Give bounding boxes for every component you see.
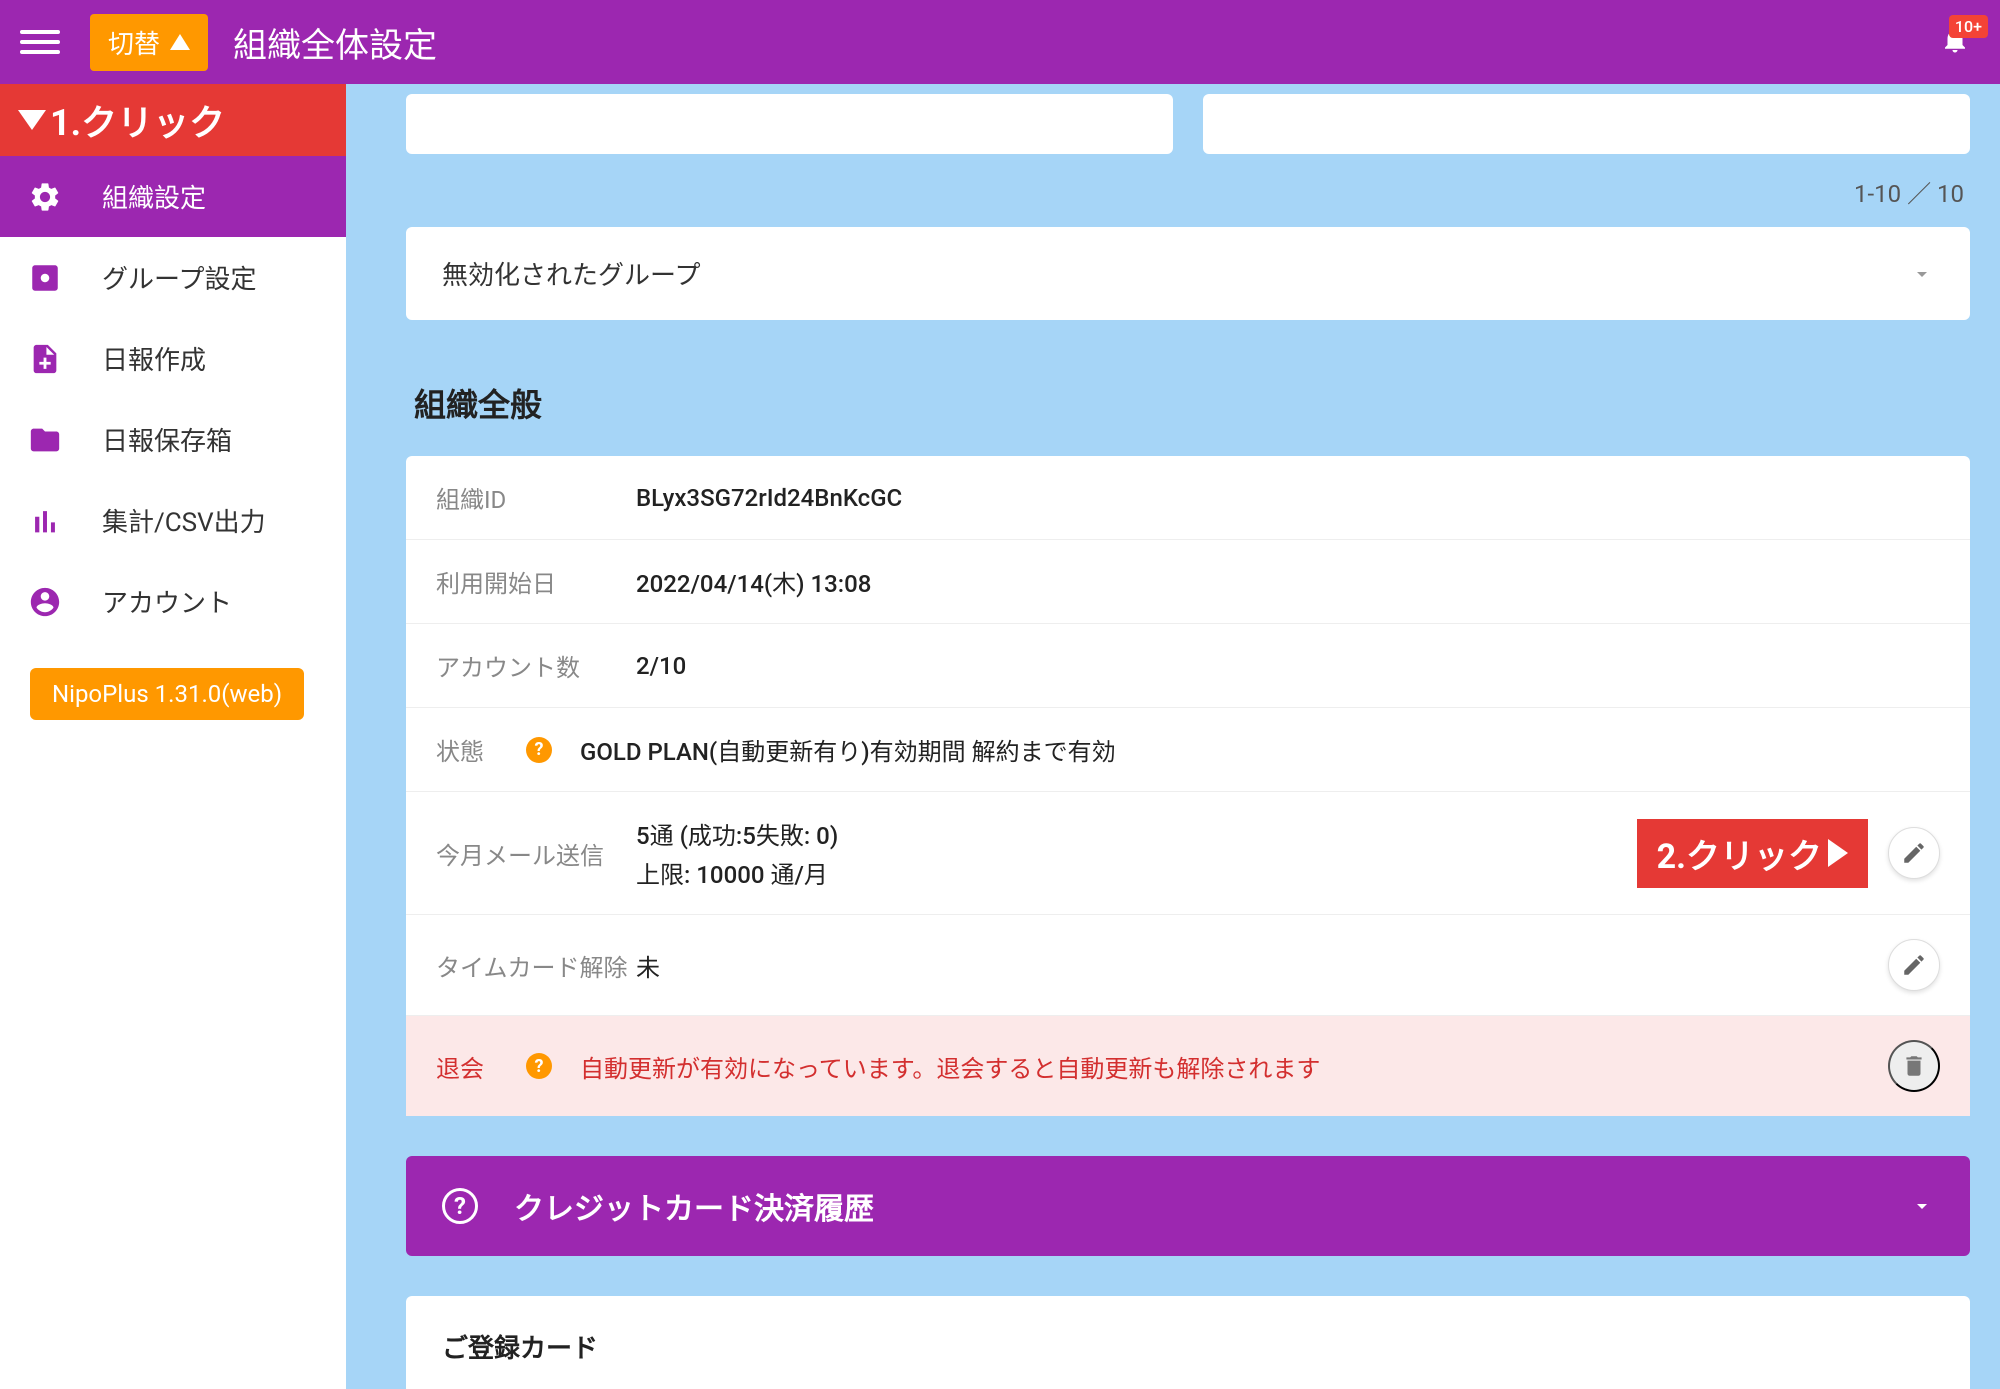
registered-card-label: ご登録カード — [442, 1334, 598, 1364]
top-cards-row — [406, 94, 1970, 154]
edit-timecard-button[interactable] — [1888, 939, 1940, 991]
switch-button[interactable]: 切替 — [90, 14, 208, 71]
top-card-right — [1203, 94, 1970, 154]
sidebar-item-csv[interactable]: 集計/CSV出力 — [0, 480, 346, 561]
row-org-id: 組織ID BLyx3SG72rId24BnKcGC — [406, 456, 1970, 540]
triangle-right-icon — [1828, 839, 1848, 867]
notification-area[interactable]: 10+ — [1940, 25, 1970, 59]
edit-mail-button[interactable] — [1888, 827, 1940, 879]
sidebar-item-account[interactable]: アカウント — [0, 561, 346, 642]
registered-card-panel: ご登録カード — [406, 1296, 1970, 1389]
sidebar-item-label: 集計/CSV出力 — [102, 502, 266, 539]
sidebar-item-report-box[interactable]: 日報保存箱 — [0, 399, 346, 480]
chevron-down-icon — [1910, 262, 1934, 286]
mail-values: 5通 (成功:5失敗: 0) 上限: 10000 通/月 — [636, 816, 838, 890]
leave-delete-button[interactable] — [1888, 1040, 1940, 1092]
pagination-text: 1-10 ／ 10 — [406, 162, 1970, 227]
sidebar-item-label: グループ設定 — [102, 259, 256, 296]
gear-box-icon — [28, 261, 62, 295]
sidebar: 1.クリック 組織設定 グループ設定 日報作成 日報保存箱 集計/CSV出力 ア… — [0, 84, 346, 1389]
credit-history-title: クレジットカード決済履歴 — [514, 1184, 1874, 1228]
disabled-groups-collapse[interactable]: 無効化されたグループ — [406, 227, 1970, 320]
pencil-icon — [1901, 840, 1927, 866]
folder-icon — [28, 423, 62, 457]
help-circle-icon: ? — [442, 1188, 478, 1224]
sidebar-item-label: 日報保存箱 — [102, 421, 232, 458]
sidebar-item-group-settings[interactable]: グループ設定 — [0, 237, 346, 318]
section-title-general: 組織全般 — [414, 380, 1970, 426]
sidebar-item-label: アカウント — [102, 583, 232, 620]
file-plus-icon — [28, 342, 62, 376]
annotation-step2: 2.クリック — [1637, 819, 1868, 888]
row-timecard: タイムカード解除 未 — [406, 915, 1970, 1016]
row-leave: 退会 ? 自動更新が有効になっています。退会すると自動更新も解除されます — [406, 1016, 1970, 1116]
help-icon[interactable]: ? — [526, 737, 552, 763]
sidebar-item-label: 組織設定 — [102, 178, 206, 215]
app-header: 切替 組織全体設定 10+ — [0, 0, 2000, 84]
top-card-left — [406, 94, 1173, 154]
org-general-panel: 組織ID BLyx3SG72rId24BnKcGC 利用開始日 2022/04/… — [406, 456, 1970, 1116]
triangle-down-icon — [18, 110, 46, 130]
gear-icon — [28, 180, 62, 214]
row-start-date: 利用開始日 2022/04/14(木) 13:08 — [406, 540, 1970, 624]
collapse-label: 無効化されたグループ — [442, 255, 700, 292]
hamburger-menu-icon[interactable] — [20, 22, 60, 62]
page-title: 組織全体設定 — [233, 18, 437, 67]
sidebar-item-label: 日報作成 — [102, 340, 206, 377]
sidebar-item-report-create[interactable]: 日報作成 — [0, 318, 346, 399]
row-account-count: アカウント数 2/10 — [406, 624, 1970, 708]
chevron-down-icon — [1910, 1194, 1934, 1218]
notification-badge: 10+ — [1949, 15, 1988, 38]
pencil-icon — [1901, 952, 1927, 978]
trash-icon — [1901, 1053, 1927, 1079]
triangle-up-icon — [170, 34, 190, 50]
version-chip: NipoPlus 1.31.0(web) — [30, 668, 304, 720]
main-content: 1-10 ／ 10 無効化されたグループ 組織全般 組織ID BLyx3SG72… — [346, 84, 2000, 1389]
help-icon[interactable]: ? — [526, 1053, 552, 1079]
switch-button-label: 切替 — [108, 24, 160, 61]
sidebar-item-org-settings[interactable]: 組織設定 — [0, 156, 346, 237]
credit-history-collapse[interactable]: ? クレジットカード決済履歴 — [406, 1156, 1970, 1256]
annotation-step1: 1.クリック — [0, 84, 346, 156]
row-mail: 今月メール送信 5通 (成功:5失敗: 0) 上限: 10000 通/月 2.ク… — [406, 792, 1970, 915]
user-icon — [28, 585, 62, 619]
bar-chart-icon — [28, 504, 62, 538]
row-status: 状態 ? GOLD PLAN(自動更新有り)有効期間 解約まで有効 — [406, 708, 1970, 792]
